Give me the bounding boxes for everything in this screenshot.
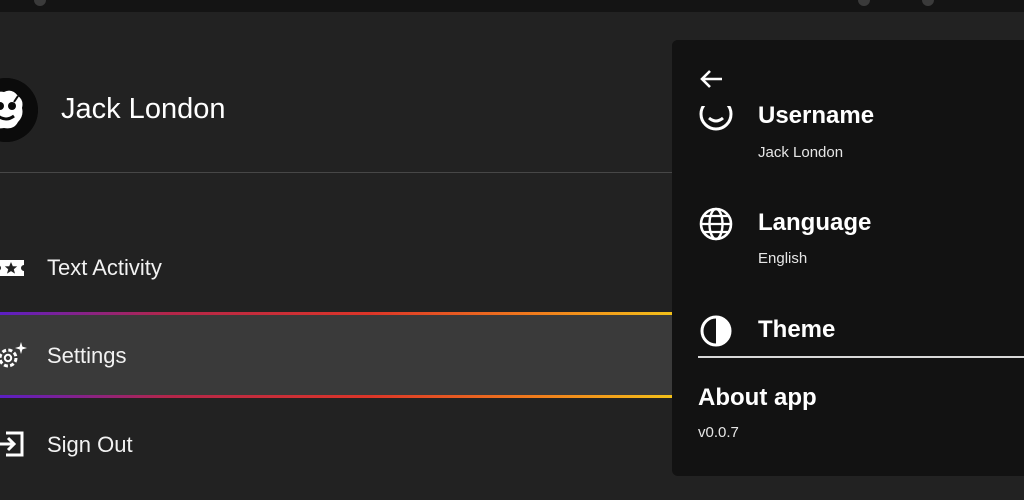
theme-title[interactable]: Theme	[758, 316, 835, 344]
globe-icon	[699, 207, 733, 241]
menu-item-label: Settings	[47, 343, 127, 368]
user-name: Jack London	[61, 93, 226, 125]
divider	[0, 172, 672, 173]
ticket-star-icon	[0, 260, 24, 276]
avatar-face-icon	[0, 78, 38, 142]
about-title: About app	[698, 384, 817, 411]
status-icon	[858, 0, 870, 6]
menu-item-settings[interactable]: Settings	[0, 315, 672, 395]
settings-panel: Username Jack London Language English Th…	[672, 40, 1024, 476]
divider	[698, 356, 1024, 358]
menu-item-text-activity[interactable]: Text Activity	[0, 228, 672, 308]
menu-item-label: Sign Out	[47, 432, 133, 457]
username-title: Username	[758, 102, 875, 129]
back-arrow-icon[interactable]	[698, 66, 724, 92]
language-title[interactable]: Language	[758, 209, 871, 237]
menu-item-label: Text Activity	[47, 255, 162, 280]
app-version: v0.0.7	[698, 424, 739, 441]
status-icon	[34, 0, 46, 6]
username-value[interactable]: Jack London	[758, 144, 843, 161]
contrast-icon	[700, 315, 732, 347]
selection-gradient-bottom	[0, 395, 672, 398]
menu-item-sign-out[interactable]: Sign Out	[0, 404, 672, 484]
panel-header-mask	[672, 40, 1024, 106]
gear-sparkle-icon	[0, 342, 27, 368]
avatar[interactable]	[0, 78, 38, 142]
status-icon	[922, 0, 934, 6]
status-bar	[0, 0, 1024, 12]
sign-out-icon	[0, 431, 24, 457]
language-value[interactable]: English	[758, 250, 807, 267]
